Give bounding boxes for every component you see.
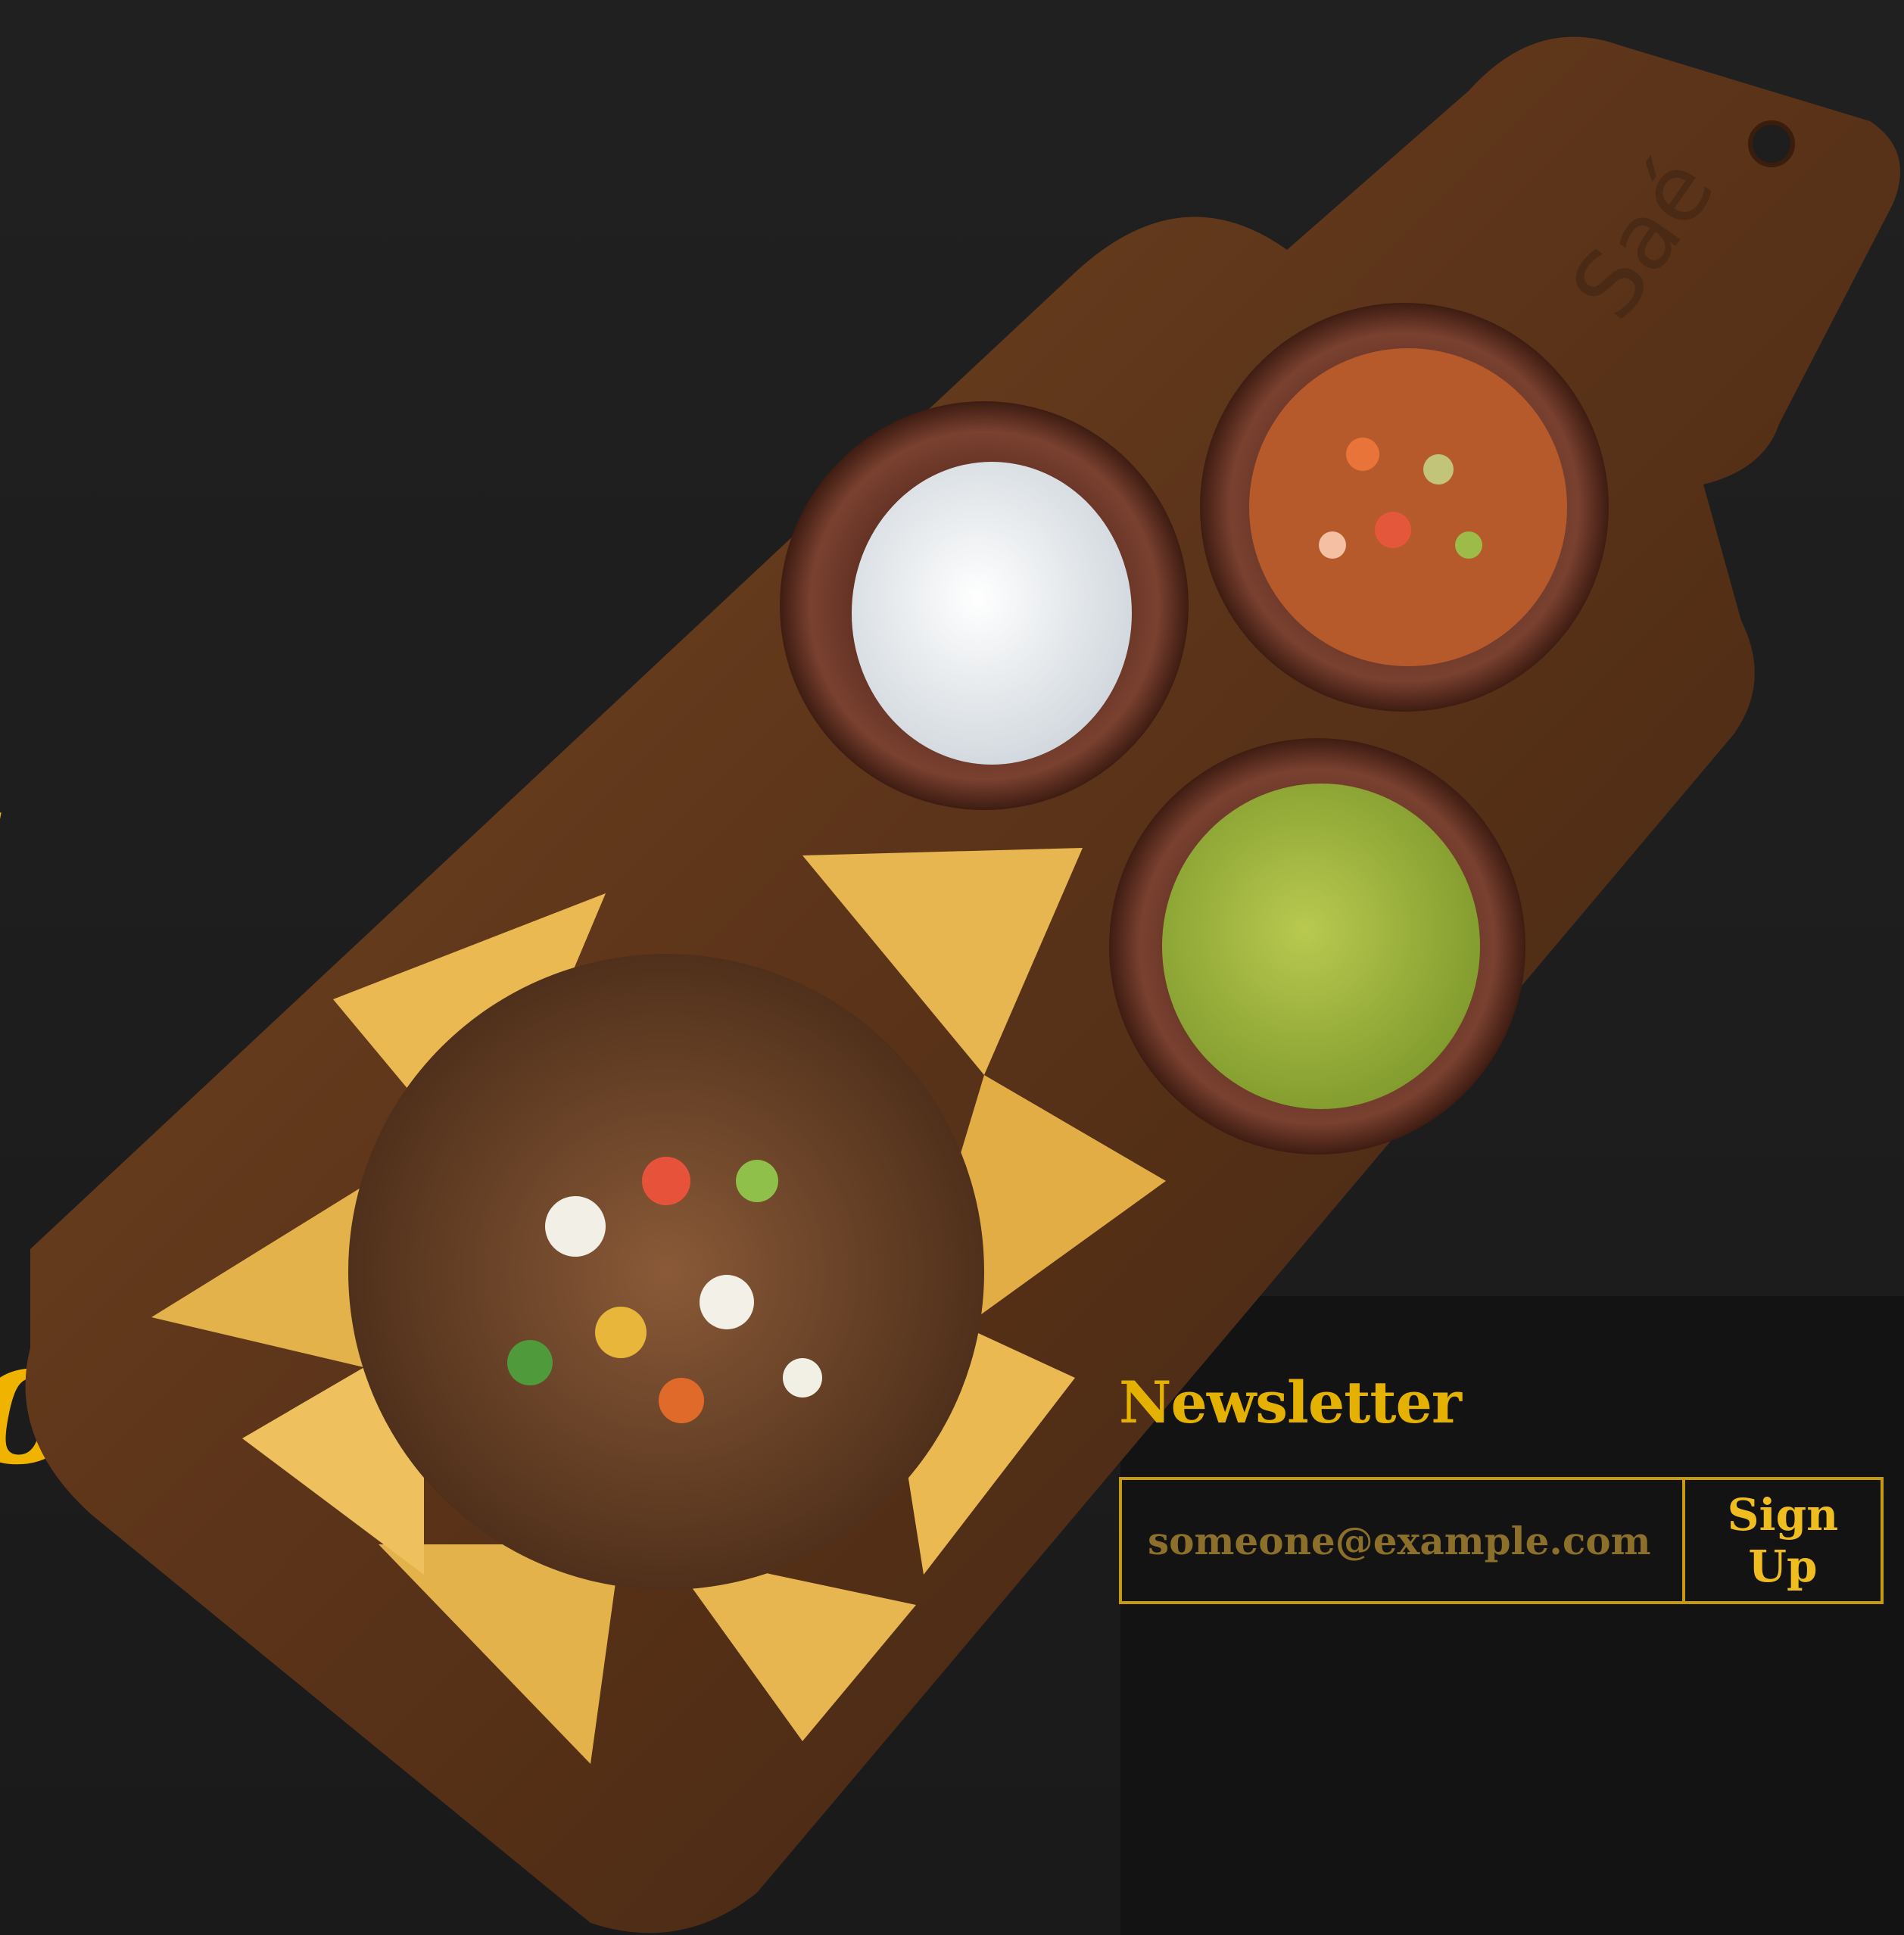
board-engraving: Saé: [1552, 139, 1735, 338]
sour-cream-bowl: [780, 401, 1189, 810]
hero-title-line-2: nbox!: [0, 1296, 263, 1503]
newsletter-form: Sign Up: [1119, 1477, 1884, 1604]
newsletter-title: Newsletter: [1119, 1369, 1462, 1436]
salsa-bowl: [1200, 303, 1609, 712]
hero-title-line-1: pes: [0, 747, 262, 932]
page: pes nbox!: [0, 0, 1904, 1935]
sign-up-button[interactable]: Sign Up: [1682, 1480, 1881, 1601]
email-input[interactable]: [1122, 1480, 1682, 1601]
guacamole-bowl: [1109, 738, 1525, 1154]
newsletter-section: Newsletter Sign Up: [1119, 1369, 1884, 1604]
hero-title: pes nbox!: [0, 379, 263, 1862]
nachos-pile: [151, 848, 1166, 1764]
